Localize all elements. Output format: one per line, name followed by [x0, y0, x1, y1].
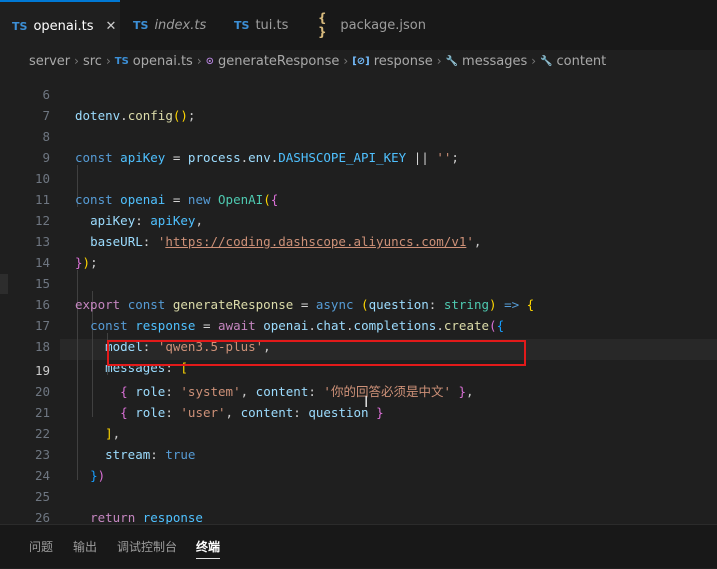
- function-symbol-icon: ⊙: [205, 55, 215, 67]
- breadcrumb-item-server[interactable]: server: [29, 54, 70, 69]
- code-line: 27: [0, 507, 717, 524]
- code-editor[interactable]: 6 dotenv.config(); 7 8 const apiKey = pr…: [0, 72, 717, 524]
- breadcrumb-item-property[interactable]: content: [557, 54, 607, 69]
- panel-tab-problems[interactable]: 问题: [29, 525, 53, 569]
- panel-tab-debug-console[interactable]: 调试控制台: [117, 525, 177, 569]
- code-line: 9: [42, 150, 50, 165]
- chevron-right-icon: ›: [343, 54, 349, 68]
- code-line: 22 stream: true: [34, 426, 196, 462]
- code-line: 24: [34, 468, 50, 483]
- chevron-right-icon: ›: [196, 54, 202, 68]
- typescript-file-icon: TS: [133, 18, 149, 32]
- code-line: 14: [34, 255, 50, 270]
- text-cursor-icon: I: [364, 393, 369, 411]
- tab-label: index.ts: [154, 17, 207, 33]
- code-line: 26 }: [34, 510, 50, 524]
- typescript-file-icon: TS: [12, 19, 28, 33]
- property-wrench-icon: 🔧: [445, 55, 459, 67]
- panel-tab-output[interactable]: 输出: [73, 525, 97, 569]
- code-line: 21 ],: [34, 405, 121, 441]
- tab-package-json[interactable]: { } package.json: [306, 0, 426, 50]
- breadcrumb-item-file[interactable]: openai.ts: [133, 54, 193, 69]
- panel-tab-terminal[interactable]: 终端: [196, 525, 221, 569]
- code-line: 18 messages: [: [34, 339, 188, 375]
- code-line: 12 baseURL: 'https://coding.dashscope.al…: [34, 213, 482, 249]
- tab-label: tui.ts: [255, 17, 289, 33]
- tab-label: openai.ts: [33, 18, 94, 34]
- breadcrumb-item-function[interactable]: generateResponse: [218, 54, 339, 69]
- close-icon[interactable]: ✕: [105, 19, 116, 34]
- code-line: 11 apiKey: apiKey,: [34, 192, 203, 228]
- chevron-right-icon: ›: [531, 54, 537, 68]
- chevron-right-icon: ›: [74, 54, 79, 68]
- tab-index-ts[interactable]: TS index.ts: [121, 0, 221, 50]
- code-line: 16 const response = await openai.chat.co…: [34, 297, 505, 333]
- json-file-icon: { }: [318, 11, 327, 39]
- tab-tui-ts[interactable]: TS tui.ts: [222, 0, 306, 50]
- chevron-right-icon: ›: [436, 54, 442, 68]
- chevron-right-icon: ›: [105, 54, 111, 68]
- code-line: 25 return response: [34, 489, 203, 524]
- annotation-highlight-box: [107, 340, 526, 366]
- code-line: 10 const openai = new OpenAI({: [34, 171, 279, 207]
- breadcrumb-item-property[interactable]: messages: [462, 54, 527, 69]
- tab-label: package.json: [340, 17, 426, 33]
- code-line: 8 const apiKey = process.env.DASHSCOPE_A…: [42, 129, 459, 165]
- code-line: 17 model: 'qwen3.5-plus',: [34, 318, 271, 354]
- code-line: 6 dotenv.config();: [42, 87, 196, 123]
- code-line: 7: [42, 108, 50, 123]
- typescript-file-icon: TS: [114, 55, 129, 67]
- variable-symbol-icon: [⊘]: [352, 55, 370, 67]
- code-line: 13 });: [34, 234, 98, 270]
- breadcrumb: server › src › TS openai.ts › ⊙ generate…: [0, 50, 717, 72]
- property-wrench-icon: 🔧: [540, 55, 553, 67]
- bottom-panel: 问题 输出 调试控制台 终端: [0, 524, 717, 568]
- breadcrumb-item-variable[interactable]: response: [374, 54, 433, 69]
- breadcrumb-item-src[interactable]: src: [83, 54, 102, 69]
- editor-tab-bar: TS openai.ts ✕ TS index.ts TS tui.ts { }…: [0, 0, 717, 50]
- code-line: 23 }): [34, 447, 106, 483]
- tab-openai-ts[interactable]: TS openai.ts ✕: [0, 0, 120, 50]
- typescript-file-icon: TS: [234, 18, 250, 32]
- code-line: 15 export const generateResponse = async…: [34, 276, 535, 312]
